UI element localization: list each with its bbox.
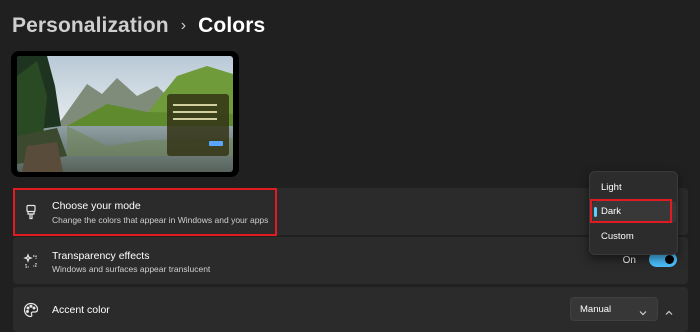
breadcrumb: Personalization › Colors bbox=[12, 14, 265, 38]
transparency-title: Transparency effects bbox=[52, 250, 150, 262]
selection-indicator bbox=[594, 207, 597, 217]
transparency-description: Windows and surfaces appear translucent bbox=[52, 264, 211, 274]
breadcrumb-separator: › bbox=[180, 17, 187, 34]
palette-icon bbox=[23, 302, 39, 318]
page-title: Colors bbox=[198, 14, 266, 37]
menu-item-dark[interactable]: Dark bbox=[592, 201, 676, 223]
menu-item-dark-label: Dark bbox=[601, 206, 622, 217]
toggle-knob bbox=[665, 255, 674, 264]
sparkle-icon bbox=[23, 252, 39, 269]
preview-wallpaper bbox=[17, 56, 233, 172]
choose-mode-title: Choose your mode bbox=[52, 200, 141, 212]
chevron-up-icon[interactable] bbox=[664, 305, 674, 315]
mode-dropdown-menu: Light Dark Custom bbox=[589, 171, 678, 255]
menu-item-custom[interactable]: Custom bbox=[592, 226, 676, 248]
theme-preview bbox=[11, 51, 239, 177]
accent-color-select[interactable]: Manual bbox=[570, 297, 658, 321]
chevron-down-icon bbox=[638, 305, 648, 316]
accent-color-title: Accent color bbox=[52, 304, 110, 316]
preview-window bbox=[167, 94, 229, 156]
brush-icon bbox=[23, 204, 39, 220]
accent-color-row[interactable]: Accent color Manual bbox=[13, 287, 688, 332]
breadcrumb-parent[interactable]: Personalization bbox=[12, 14, 169, 38]
menu-item-light[interactable]: Light bbox=[592, 177, 676, 199]
transparency-toggle-label: On bbox=[622, 255, 636, 266]
transparency-row: Transparency effects Windows and surface… bbox=[13, 237, 688, 284]
choose-mode-row[interactable]: Choose your mode Change the colors that … bbox=[13, 188, 688, 235]
choose-mode-description: Change the colors that appear in Windows… bbox=[52, 215, 269, 225]
accent-select-value: Manual bbox=[580, 304, 612, 315]
